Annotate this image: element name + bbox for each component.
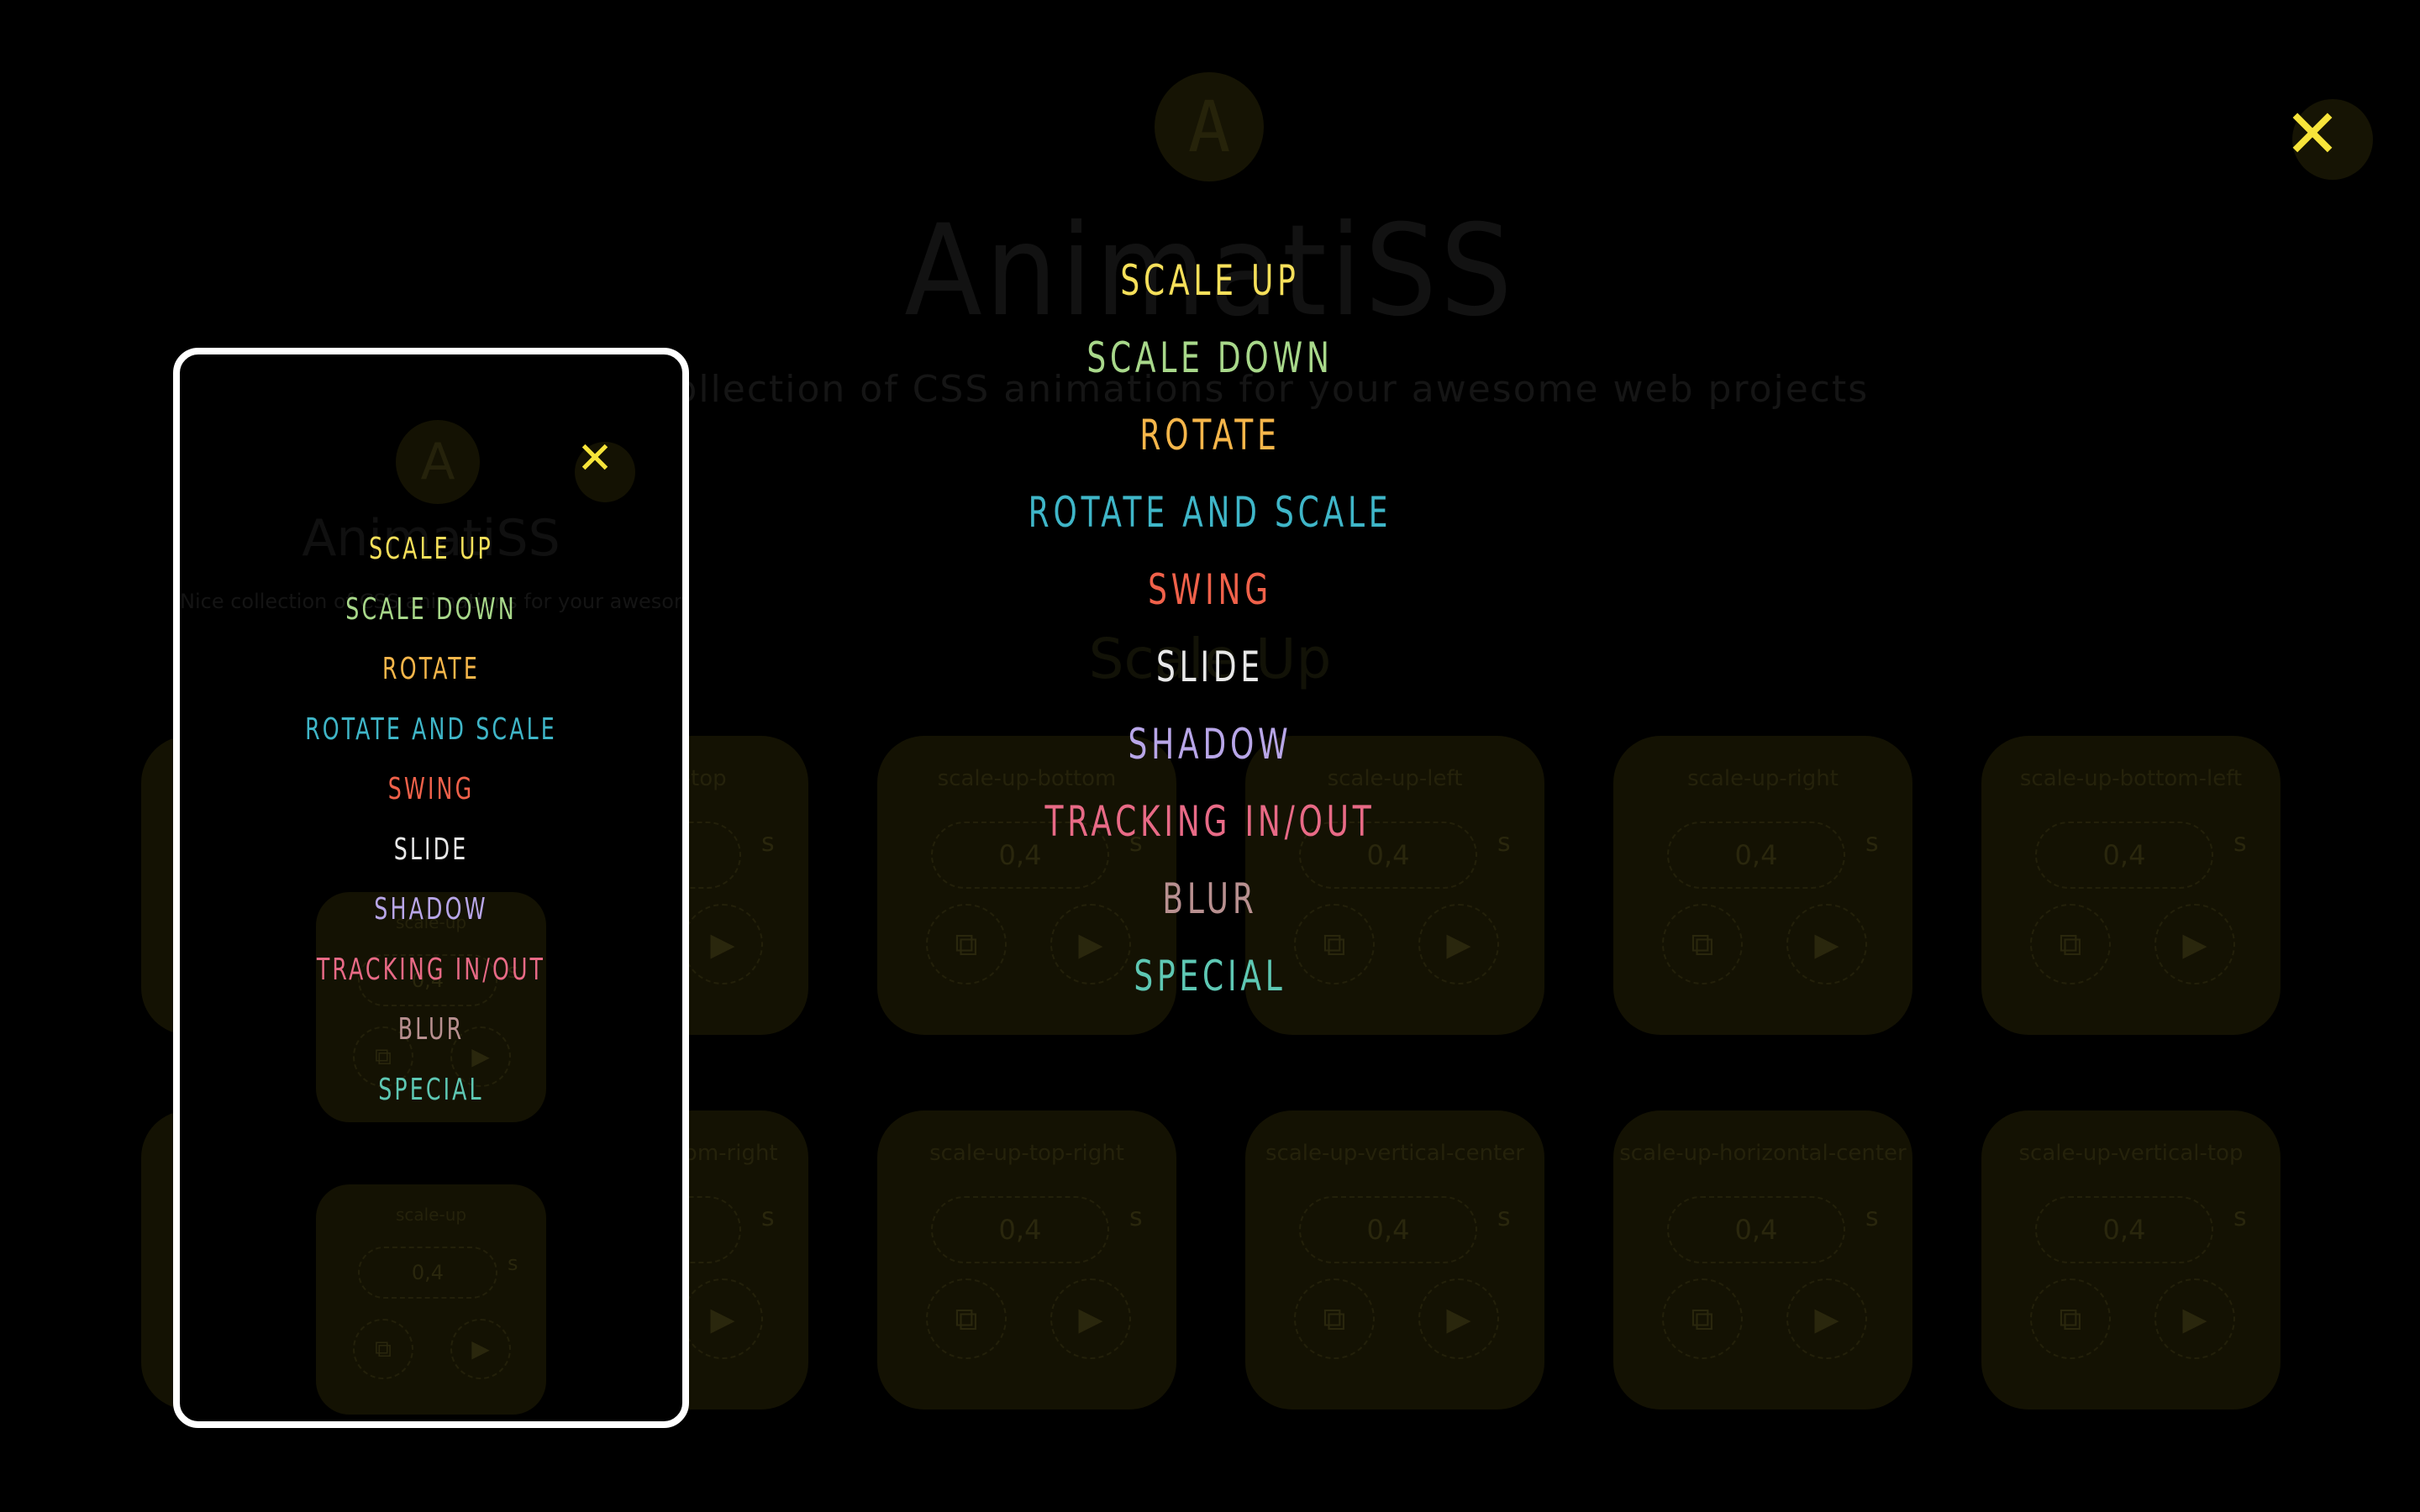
duration-unit: s [508,1252,518,1275]
animation-card: scale-up-vertical-top 0,4 s ⧉ ▶ [1981,1110,2281,1410]
menu-item[interactable]: Shadow [242,706,2178,783]
copy-icon[interactable]: ⧉ [353,1319,413,1379]
duration-input[interactable]: 0,4 [358,1247,497,1299]
duration-unit: s [1865,1203,1879,1232]
play-icon[interactable]: ▶ [1050,1278,1131,1359]
menu-item[interactable]: Rotate [242,396,2178,474]
play-icon[interactable]: ▶ [450,1319,511,1379]
play-icon[interactable]: ▶ [682,1278,763,1359]
card-title: scale-up-horizontal-center [1619,1141,1907,1166]
category-menu: Scale up Scale down Rotate Rotate and scale… [0,242,2420,1015]
menu-item[interactable]: Special [242,937,2178,1015]
duration-input[interactable]: 0,4 [931,1196,1109,1263]
duration-unit: s [1129,1203,1143,1232]
animation-card: scale-up 0,4 s ⧉ ▶ [316,1184,546,1415]
menu-item[interactable]: Tracking in/out [242,783,2178,860]
duration-unit: s [1497,1203,1511,1232]
menu-item[interactable]: Rotate and scale [242,474,2178,551]
animation-card: scale-up-top-right 0,4 s ⧉ ▶ [877,1110,1176,1410]
close-icon[interactable]: ✕ [2282,99,2343,170]
card-title: scale-up-vertical-top [2018,1141,2244,1166]
duration-input[interactable]: 0,4 [2035,1196,2213,1263]
play-icon[interactable]: ▶ [1418,1278,1499,1359]
duration-input[interactable]: 0,4 [1667,1196,1845,1263]
card-title: scale-up-vertical-center [1265,1141,1524,1166]
duration-unit: s [2233,1203,2247,1232]
play-icon[interactable]: ▶ [2154,1278,2235,1359]
menu-item[interactable]: Slide [242,628,2178,706]
menu-item[interactable]: Swing [242,551,2178,628]
copy-icon[interactable]: ⧉ [926,1278,1007,1359]
duration-input[interactable]: 0,4 [1299,1196,1477,1263]
copy-icon[interactable]: ⧉ [1294,1278,1375,1359]
card-title: scale-up-top-right [929,1141,1124,1166]
copy-icon[interactable]: ⧉ [2030,1278,2111,1359]
logo: A [1155,72,1264,181]
menu-item[interactable]: Scale down [242,319,2178,396]
animation-card: scale-up-horizontal-center 0,4 s ⧉ ▶ [1613,1110,1912,1410]
copy-icon[interactable]: ⧉ [1662,1278,1743,1359]
menu-item[interactable]: Blur [242,860,2178,937]
animation-card: scale-up-vertical-center 0,4 s ⧉ ▶ [1245,1110,1544,1410]
menu-item[interactable]: Scale up [242,242,2178,319]
menu-item[interactable]: Special [235,1060,627,1121]
card-title: scale-up [395,1205,467,1225]
play-icon[interactable]: ▶ [1786,1278,1867,1359]
duration-unit: s [761,1203,775,1232]
